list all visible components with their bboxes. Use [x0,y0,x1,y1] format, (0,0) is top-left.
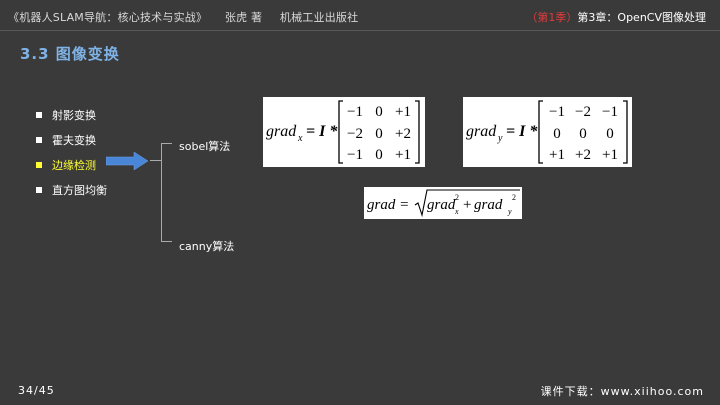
header-book-info: 《机器人SLAM导航：核心技术与实战》 张虎 著 机械工业出版社 [8,9,372,25]
matrix-right-bracket [623,100,628,164]
square-bullet-icon [36,161,42,168]
season-label: （第1季） [526,11,578,24]
matrix-cell: −1 [602,104,618,120]
header-bar: 《机器人SLAM导航：核心技术与实战》 张虎 著 机械工业出版社 （第1季）第3… [0,0,720,32]
right-arrow-icon [105,151,149,174]
magnitude-lhs: grad = [367,197,409,213]
menu-item-edge-detection[interactable]: 边缘检测 [36,152,107,177]
matrix-left-bracket [538,100,543,164]
magnitude-term1: grad [427,197,456,213]
header-chapter-info: （第1季）第3章：OpenCV图像处理 [526,9,706,25]
gy-rhs: = I * [506,123,538,140]
menu-item-label: 直方图均衡 [52,183,107,197]
section-title: 3.3 图像变换 [20,45,120,63]
matrix-right-bracket [415,100,420,164]
magnitude-sub2: y [507,207,512,216]
matrix-cell: +2 [575,147,591,163]
matrix-cell: +2 [395,126,411,142]
author: 张虎 著 [224,11,263,24]
square-bullet-icon [36,111,42,118]
menu-item-hough[interactable]: 霍夫变换 [36,127,107,152]
gx-lhs: grad [266,123,297,140]
matrix-cell: 0 [375,104,383,120]
matrix-cell: 0 [375,147,383,163]
matrix-cell: −1 [347,147,363,163]
branch-bracket [161,143,172,242]
menu-item-label: 射影变换 [52,108,96,122]
square-bullet-icon [36,186,42,193]
publisher: 机械工业出版社 [279,11,359,24]
menu-item-label: 边缘检测 [52,158,96,172]
matrix-cell: 0 [553,126,561,142]
magnitude-sub1: x [454,207,459,216]
chapter-label: 第3章：OpenCV图像处理 [577,11,706,24]
matrix-cell: +1 [395,104,411,120]
gx-subscript: x [297,133,303,144]
matrix-cell: +1 [395,147,411,163]
topic-menu: 射影变换 霍夫变换 边缘检测 直方图均衡 [36,102,107,202]
matrix-cell: −1 [549,104,565,120]
sobel-y-formula: grad y = I * −1 −2 −1 0 0 0 +1 +2 +1 [463,97,632,167]
bracket-connector [150,160,161,161]
sobel-label: sobel算法 [179,140,231,153]
menu-item-label: 霍夫变换 [52,133,96,147]
magnitude-term2: grad [474,197,503,213]
magnitude-sup1: 2 [455,193,459,202]
download-link[interactable]: 课件下载：www.xiihoo.com [541,383,704,399]
square-bullet-icon [36,136,42,143]
matrix-cell: +1 [602,147,618,163]
header-divider [0,30,720,31]
matrix-cell: 0 [606,126,614,142]
page-number: 34/45 [18,384,55,397]
gx-rhs: = I * [306,123,338,140]
matrix-cell: 0 [375,126,383,142]
magnitude-sup2: 2 [512,193,516,202]
matrix-left-bracket [338,100,343,164]
menu-item-projective[interactable]: 射影变换 [36,102,107,127]
sobel-x-formula: grad x = I * −1 0 +1 −2 0 +2 −1 0 +1 [263,97,425,167]
gradient-magnitude-formula: grad = grad x 2 + grad y 2 [364,187,522,219]
menu-item-histogram[interactable]: 直方图均衡 [36,177,107,202]
canny-label: canny算法 [179,240,235,253]
matrix-cell: −1 [347,104,363,120]
gy-subscript: y [497,133,503,144]
matrix-cell: −2 [347,126,363,142]
book-title: 《机器人SLAM导航：核心技术与实战》 [8,11,208,24]
matrix-cell: 0 [579,126,587,142]
matrix-cell: +1 [549,147,565,163]
matrix-cell: −2 [575,104,591,120]
gy-lhs: grad [466,123,497,140]
magnitude-plus: + [463,197,471,213]
